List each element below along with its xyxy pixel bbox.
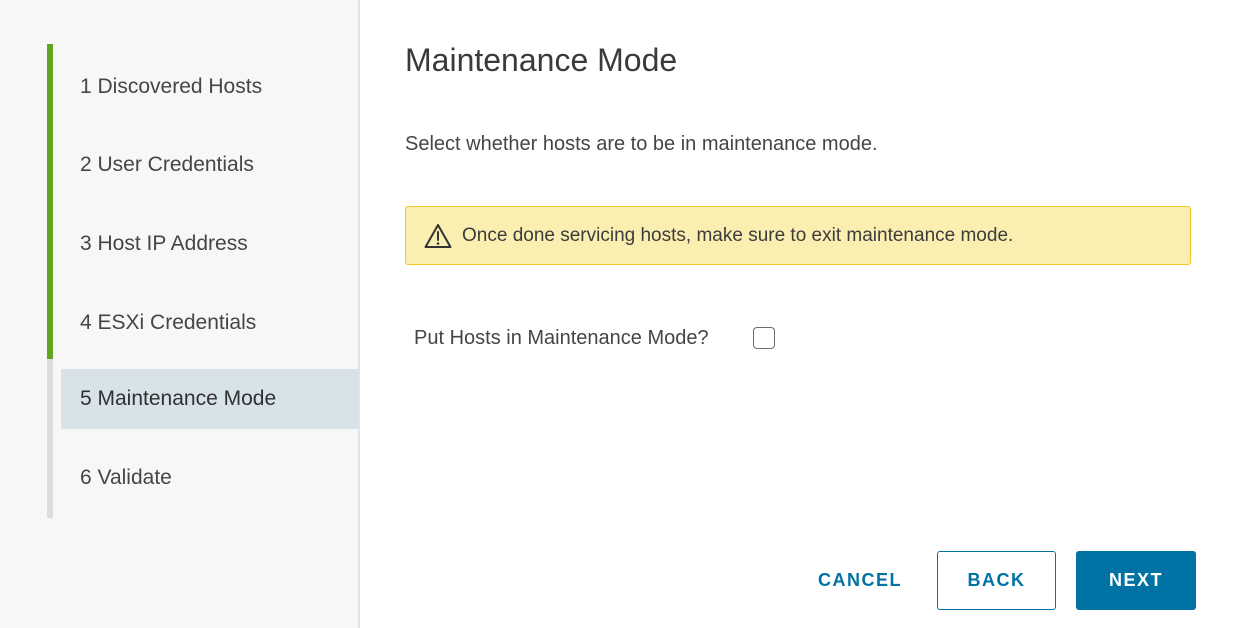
next-button[interactable]: NEXT xyxy=(1076,551,1196,610)
step-discovered-hosts[interactable]: 1 Discovered Hosts xyxy=(61,57,358,117)
wizard-dialog: 1 Discovered Hosts 2 User Credentials 3 … xyxy=(0,0,1246,628)
steps-progress-completed xyxy=(47,44,53,359)
step-host-ip-address[interactable]: 3 Host IP Address xyxy=(61,214,358,274)
warning-alert: Once done servicing hosts, make sure to … xyxy=(405,206,1191,265)
page-description: Select whether hosts are to be in mainte… xyxy=(405,133,878,155)
cancel-button[interactable]: CANCEL xyxy=(800,551,920,610)
page-title: Maintenance Mode xyxy=(405,42,678,78)
step-maintenance-mode[interactable]: 5 Maintenance Mode xyxy=(61,369,358,429)
warning-alert-text: Once done servicing hosts, make sure to … xyxy=(462,224,1014,246)
step-validate[interactable]: 6 Validate xyxy=(61,448,358,508)
step-user-credentials[interactable]: 2 User Credentials xyxy=(61,135,358,195)
wizard-steps-panel: 1 Discovered Hosts 2 User Credentials 3 … xyxy=(0,0,360,628)
step-esxi-credentials[interactable]: 4 ESXi Credentials xyxy=(61,293,358,353)
maintenance-mode-label: Put Hosts in Maintenance Mode? xyxy=(414,326,709,349)
back-button[interactable]: BACK xyxy=(937,551,1056,610)
maintenance-mode-checkbox[interactable] xyxy=(752,327,775,349)
warning-icon xyxy=(424,223,452,249)
wizard-content: Maintenance Mode Select whether hosts ar… xyxy=(360,0,1246,628)
maintenance-mode-row: Put Hosts in Maintenance Mode? xyxy=(414,322,775,354)
